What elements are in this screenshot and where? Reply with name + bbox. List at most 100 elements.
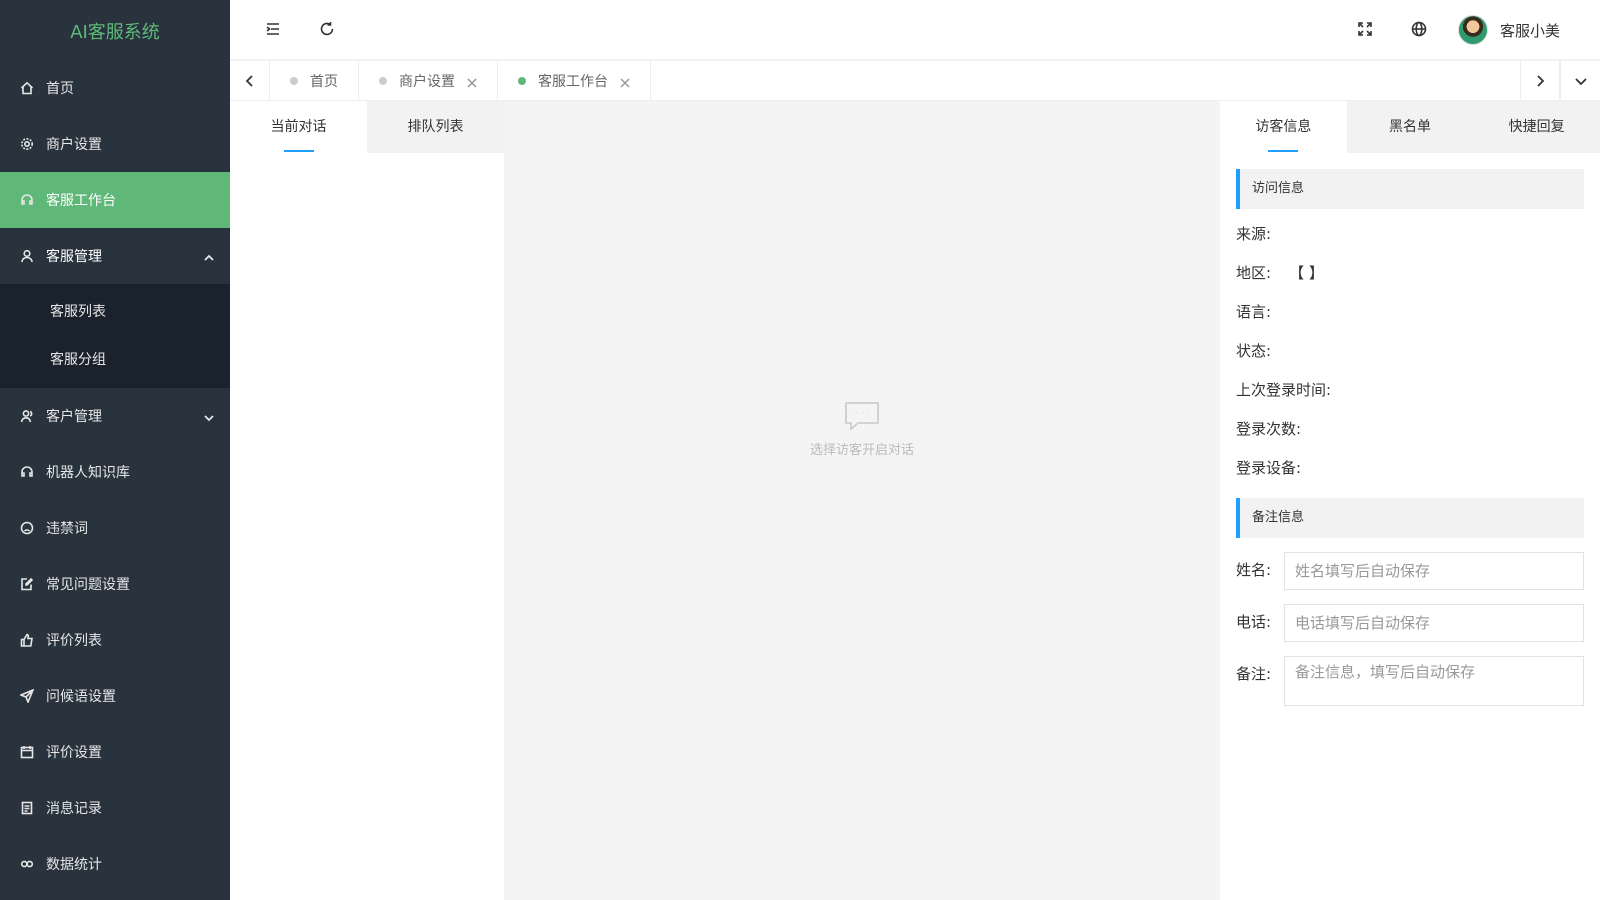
phone-label: 电话: xyxy=(1236,613,1272,631)
sidebar-item-banned-words[interactable]: 违禁词 xyxy=(0,500,230,556)
info-label: 来源: xyxy=(1236,225,1272,243)
tab-current-conversation[interactable]: 当前对话 xyxy=(230,101,367,153)
collapse-menu-icon[interactable] xyxy=(264,20,282,38)
tab-quick-reply[interactable]: 快捷回复 xyxy=(1473,101,1600,153)
file-icon xyxy=(20,801,34,815)
sidebar-item-label: 数据统计 xyxy=(46,857,102,873)
sidebar-item-label: 违禁词 xyxy=(46,521,88,537)
sidebar-item-label: 常见问题设置 xyxy=(46,577,130,593)
info-row-login-device: 登录设备: xyxy=(1236,449,1600,488)
app-logo[interactable]: AI客服系统 xyxy=(0,0,230,60)
tab-merchant-settings[interactable]: 商户设置 xyxy=(359,61,498,101)
edit-icon xyxy=(20,577,34,591)
users-icon xyxy=(20,409,34,423)
close-icon[interactable] xyxy=(620,76,630,88)
info-row-last-login: 上次登录时间: xyxy=(1236,371,1600,410)
info-value: 【 】 xyxy=(1289,264,1324,282)
tab-label: 首页 xyxy=(310,74,338,90)
tabs-scroll-left-icon[interactable] xyxy=(230,61,270,101)
calendar-icon xyxy=(20,745,34,759)
panel-tabs: 访客信息 黑名单 快捷回复 xyxy=(1220,101,1600,153)
info-row-language: 语言: xyxy=(1236,293,1600,332)
sidebar-subitem-agent-group[interactable]: 客服分组 xyxy=(0,336,230,384)
tabs-menu-chevron-down-icon[interactable] xyxy=(1560,61,1600,101)
info-row-login-count: 登录次数: xyxy=(1236,410,1600,449)
headset-icon xyxy=(20,193,34,207)
thumbs-up-icon xyxy=(20,633,34,647)
sidebar-item-label: 客户管理 xyxy=(46,409,102,425)
info-row-status: 状态: xyxy=(1236,332,1600,371)
tab-label: 商户设置 xyxy=(399,74,455,90)
note-textarea[interactable] xyxy=(1284,656,1584,706)
note-info-title: 备注信息 xyxy=(1236,498,1584,538)
language-globe-icon[interactable] xyxy=(1410,20,1428,38)
top-header: 客服小美 xyxy=(230,0,1600,60)
tab-workbench[interactable]: 客服工作台 xyxy=(498,61,651,101)
refresh-icon[interactable] xyxy=(318,20,336,38)
sidebar-item-message-records[interactable]: 消息记录 xyxy=(0,780,230,836)
sidebar-item-home[interactable]: 首页 xyxy=(0,60,230,116)
tab-blacklist[interactable]: 黑名单 xyxy=(1347,101,1474,153)
username: 客服小美 xyxy=(1499,21,1560,40)
user-menu[interactable]: 客服小美 xyxy=(1457,15,1560,45)
sidebar-item-customer-management[interactable]: 客户管理 xyxy=(0,388,230,444)
info-label: 登录设备: xyxy=(1236,459,1302,477)
link-icon xyxy=(20,857,34,871)
info-label: 上次登录时间: xyxy=(1236,381,1332,399)
sidebar-item-workbench[interactable]: 客服工作台 xyxy=(0,172,230,228)
tab-status-dot xyxy=(290,77,298,85)
sidebar-item-rating-settings[interactable]: 评价设置 xyxy=(0,724,230,780)
home-icon xyxy=(20,81,34,95)
page-tabs: 首页 商户设置 客服工作台 xyxy=(270,61,651,101)
empty-state-text: 选择访客开启对话 xyxy=(809,443,914,458)
tab-status-dot xyxy=(518,77,526,85)
user-icon xyxy=(20,249,34,263)
sidebar-item-rating-list[interactable]: 评价列表 xyxy=(0,612,230,668)
gear-icon xyxy=(20,137,34,151)
face-icon xyxy=(20,521,34,535)
visitor-info-panel: 访客信息 黑名单 快捷回复 访问信息 来源: 地区: 【 】 语言: 状态: 上次… xyxy=(1220,101,1600,900)
sidebar-item-label: 评价列表 xyxy=(46,633,102,649)
sidebar-item-statistics[interactable]: 数据统计 xyxy=(0,836,230,892)
visit-info-title: 访问信息 xyxy=(1236,169,1584,209)
tab-visitor-info[interactable]: 访客信息 xyxy=(1220,101,1347,153)
sidebar-item-label: 消息记录 xyxy=(46,801,102,817)
tab-label: 客服工作台 xyxy=(538,74,608,90)
info-label: 状态: xyxy=(1236,342,1272,360)
sidebar-item-faq-settings[interactable]: 常见问题设置 xyxy=(0,556,230,612)
tab-queue-list[interactable]: 排队列表 xyxy=(367,101,504,153)
conversation-panel: 当前对话 排队列表 xyxy=(230,101,504,900)
close-icon[interactable] xyxy=(467,76,477,88)
sidebar-item-label: 首页 xyxy=(46,81,74,97)
phone-input[interactable] xyxy=(1284,604,1584,642)
chat-area: 选择访客开启对话 xyxy=(504,101,1220,900)
send-icon xyxy=(20,689,34,703)
sidebar-item-label: 问候语设置 xyxy=(46,689,116,705)
empty-state: 选择访客开启对话 xyxy=(504,401,1220,458)
info-row-source: 来源: xyxy=(1236,215,1600,254)
name-input[interactable] xyxy=(1284,552,1584,590)
info-label: 登录次数: xyxy=(1236,420,1302,438)
tabs-scroll-right-icon[interactable] xyxy=(1520,61,1560,101)
note-label: 备注: xyxy=(1236,665,1272,683)
name-label: 姓名: xyxy=(1236,561,1272,579)
info-row-region: 地区: 【 】 xyxy=(1236,254,1600,293)
form-row-note: 备注: xyxy=(1236,656,1584,706)
chevron-up-icon xyxy=(204,251,214,261)
sidebar-subitem-agent-list[interactable]: 客服列表 xyxy=(0,288,230,336)
sidebar-item-label: 机器人知识库 xyxy=(46,465,130,481)
chat-bubble-icon xyxy=(845,402,879,431)
sidebar-item-robot-knowledge[interactable]: 机器人知识库 xyxy=(0,444,230,500)
tab-home[interactable]: 首页 xyxy=(270,61,359,101)
page-tabs-bar: 首页 商户设置 客服工作台 xyxy=(230,61,1600,101)
sidebar-item-agent-management[interactable]: 客服管理 xyxy=(0,228,230,284)
info-label: 地区: xyxy=(1236,264,1272,282)
sidebar-item-merchant-settings[interactable]: 商户设置 xyxy=(0,116,230,172)
avatar xyxy=(1457,15,1488,45)
sidebar: AI客服系统 首页 商户设置 客服工作台 客服管理 客服列表 客服分组 客户管理… xyxy=(0,0,230,900)
info-label: 语言: xyxy=(1236,303,1272,321)
fullscreen-icon[interactable] xyxy=(1356,20,1374,38)
sidebar-item-greeting-settings[interactable]: 问候语设置 xyxy=(0,668,230,724)
chevron-down-icon xyxy=(204,411,214,422)
form-row-name: 姓名: xyxy=(1236,552,1584,590)
